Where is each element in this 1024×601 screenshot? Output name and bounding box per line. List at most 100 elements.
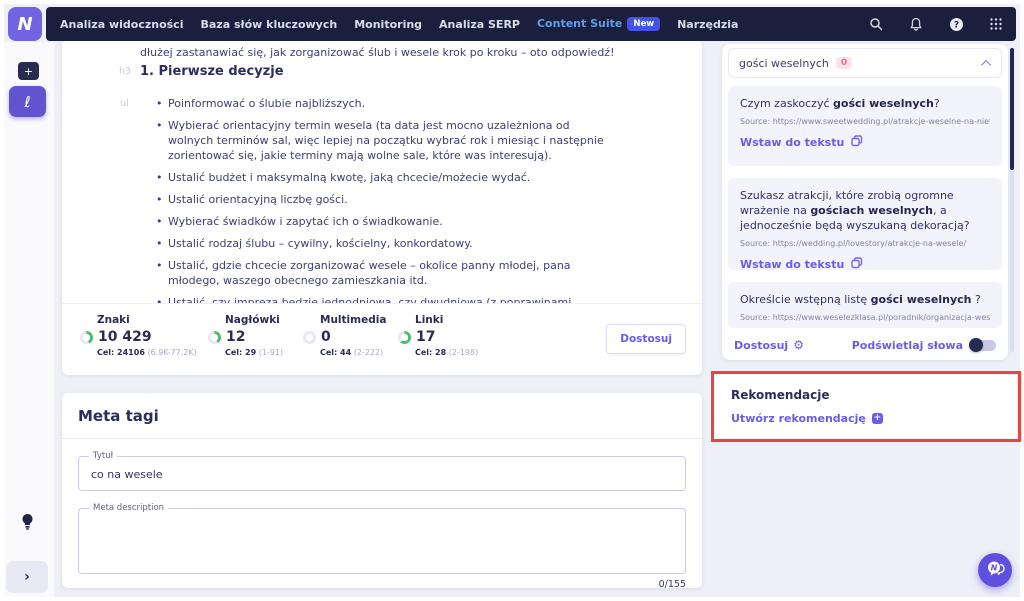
stat-target: Cel: 24106 (6.9K-77.2K) [97,348,197,357]
list-item: •Wybierać świadków i zapytać ich o świad… [156,214,608,229]
bullet-icon: • [156,295,168,303]
chevron-right-icon: › [24,569,30,585]
list-item-text: Poinformować o ślubie najbliższych. [168,96,608,111]
list-item: •Ustalić orientacyjną liczbę gości. [156,192,608,207]
search-icon[interactable] [868,16,884,32]
add-document-button[interactable]: + [18,62,39,80]
sidebar-collapse-button[interactable]: › [6,561,48,593]
editor-text-area[interactable]: dłużej zastanawiać się, jak zorganizować… [62,40,702,303]
content-stats-bar: Znaki 10 429 Cel: 24106 (6.9K-77.2K) Nag… [62,303,702,375]
nav-item-content-suite[interactable]: Content SuiteNew [537,17,660,31]
title-input[interactable] [79,457,685,490]
list-item-text: Wybierać świadków i zapytać ich o świadk… [168,214,608,229]
highlight-words-toggle[interactable] [970,340,996,351]
annotation-highlight-box: Rekomendacje Utwórz rekomendację + [711,371,1021,442]
bullet-icon: • [156,258,168,288]
toggle-knob [969,338,983,352]
help-icon[interactable]: ? [948,16,964,32]
stat-target-label: Cel: [415,348,432,357]
chat-bubbles-icon: N [986,560,1005,581]
plus-square-icon: + [872,413,883,424]
stat-value: 17 [416,329,435,345]
stat-target: Cel: 28 (2-198) [415,348,478,357]
editor-tool-button[interactable]: ℓ [9,86,46,117]
insert-to-text-button[interactable]: Wstaw do tekstu [740,135,990,150]
keyword-term: gości weselnych [739,57,829,70]
list-item: •Ustalić rodzaj ślubu – cywilny, kościel… [156,236,608,251]
list-item-text: Ustalić budżet i maksymalną kwotę, jaką … [168,170,608,185]
stat-label: Nagłówki [225,314,283,326]
nav-item-analiza-serp[interactable]: Analiza SERP [439,18,520,31]
list-item-text: Ustalić orientacyjną liczbę gości. [168,192,608,207]
stat-target: Cel: 29 (1-91) [225,348,283,357]
highlight-words-control: Podświetlaj słowa [852,339,996,352]
panel-scrollbar-thumb[interactable] [1010,48,1014,170]
new-badge: New [627,17,660,31]
recommendations-title: Rekomendacje [731,388,1001,402]
insert-label: Wstaw do tekstu [740,258,844,270]
bullet-icon: • [156,236,168,251]
keyword-count-badge: 0 [836,57,852,69]
svg-text:?: ? [953,20,958,30]
bullet-icon: • [156,118,168,163]
bullet-icon: • [156,96,168,111]
suggestion-question: Czym zaskoczyć gości weselnych? [740,96,990,111]
stat-label: Multimedia [320,314,386,326]
stat-target-value: 29 [245,348,256,357]
stat-target-value: 24106 [117,348,145,357]
stat-label: Znaki [97,314,197,326]
panel-scrollbar-track[interactable] [1010,48,1014,352]
stat-target-value: 44 [340,348,351,357]
chevron-up-icon[interactable] [981,59,991,69]
apps-grid-icon[interactable] [988,16,1004,32]
customize-keywords-button[interactable]: Dostosuj⚙ [734,338,804,352]
ideas-button[interactable] [21,513,34,534]
highlight-words-label: Podświetlaj słowa [852,339,963,352]
copy-icon [851,135,863,150]
create-recommendation-button[interactable]: Utwórz rekomendację + [731,412,1001,425]
question-keyword: gościach weselnych [810,204,933,217]
description-field-wrapper: Meta description [78,508,686,574]
keyword-suggestions-panel: gości weselnych 0 Czym zaskoczyć gości w… [722,44,1008,360]
adjust-stats-button[interactable]: Dostosuj [606,324,686,354]
create-recommendation-label: Utwórz rekomendację [731,412,866,425]
stat-label: Linki [415,314,478,326]
nav-right-icons: ? [868,16,1004,32]
left-sidebar: + ℓ › [4,42,54,597]
suggestion-source: Source: https://www.weselezklasa.pl/pora… [740,313,990,322]
suggestion-card: Określcie wstępną listę gości weselnych … [728,282,1002,328]
stat-target-label: Cel: [225,348,242,357]
stat-linki: Linki 17 Cel: 28 (2-198) [398,314,478,357]
recommendations-card: Rekomendacje Utwórz rekomendację + [715,375,1017,438]
plus-icon: + [24,65,33,78]
stat-znaki: Znaki 10 429 Cel: 24106 (6.9K-77.2K) [80,314,197,357]
nav-item-baza-slow-kluczowych[interactable]: Baza słów kluczowych [200,18,337,31]
pen-icon: ℓ [24,93,30,111]
nav-item-analiza-widocznosci[interactable]: Analiza widoczności [60,18,183,31]
bullet-icon: • [156,170,168,185]
gutter-label-h3: h3 [119,66,131,77]
insert-to-text-button[interactable]: Wstaw do tekstu [740,257,990,270]
nav-item-narzedzia[interactable]: Narzędzia [677,18,738,31]
app-logo[interactable]: N [8,7,42,41]
meta-tags-title: Meta tagi [78,407,686,425]
suggestion-card: Czym zaskoczyć gości weselnych? Source: … [728,86,1002,166]
stat-naglowki: Nagłówki 12 Cel: 29 (1-91) [208,314,283,357]
list-item: •Ustalić, czy impreza będzie jednodniowa… [156,295,608,303]
keyword-group-header[interactable]: gości weselnych 0 [728,48,1002,78]
content-editor-card: dłużej zastanawiać się, jak zorganizować… [62,40,702,375]
svg-text:N: N [990,563,997,572]
suggestion-source: Source: https://wedding.pl/lovestory/atr… [740,239,990,248]
progress-ring-icon [208,331,221,344]
notifications-bell-icon[interactable] [908,16,924,32]
stat-value: 12 [226,329,245,345]
question-text: Określcie wstępną listę [740,293,871,306]
chat-assistant-button[interactable]: N [978,553,1012,587]
nav-item-monitoring[interactable]: Monitoring [354,18,422,31]
question-keyword: gości weselnych [833,97,934,110]
stat-target-label: Cel: [320,348,337,357]
meta-description-input[interactable] [79,509,685,569]
stat-target-range: (1-91) [259,348,283,357]
lightbulb-icon [21,515,34,534]
copy-icon [851,257,863,270]
